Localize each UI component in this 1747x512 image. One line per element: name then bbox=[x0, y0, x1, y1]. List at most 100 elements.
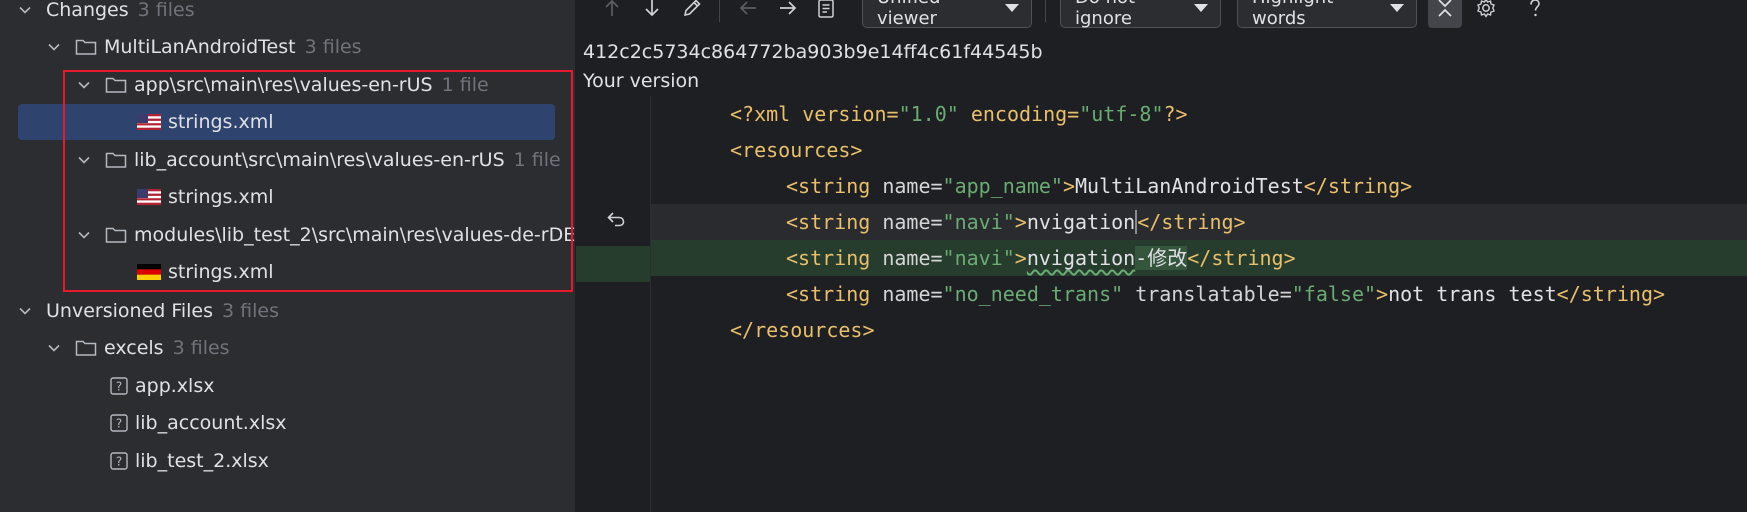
changes-tree-panel: Changes 3 files MultiLanAndroidTest 3 fi… bbox=[0, 0, 575, 512]
tree-node-changes[interactable]: Changes 3 files bbox=[18, 0, 575, 28]
code-line-6: <string name="no_need_trans" translatabl… bbox=[651, 276, 1747, 312]
file-count: 3 files bbox=[304, 36, 362, 58]
dropdown-value: Unified viewer bbox=[877, 0, 940, 29]
edit-source-button[interactable] bbox=[677, 0, 707, 28]
arrow-left-icon bbox=[739, 1, 756, 15]
folder-icon bbox=[75, 339, 97, 357]
string-value: nvigation bbox=[1026, 246, 1136, 270]
unknown-file-icon: ? bbox=[110, 414, 128, 432]
tree-file-app-xlsx[interactable]: ? app.xlsx bbox=[110, 368, 575, 404]
xml-decl-close: ?> bbox=[1163, 102, 1188, 126]
string-close-tag: </string> bbox=[1556, 282, 1666, 306]
file-name: strings.xml bbox=[168, 261, 274, 283]
viewer-mode-dropdown[interactable]: Unified viewer bbox=[862, 0, 1032, 29]
tree-node-folder-lib-account[interactable]: lib_account\src\main\res\values-en-rUS 1… bbox=[77, 142, 575, 178]
folder-icon bbox=[105, 226, 127, 244]
code-editor[interactable]: <?xml version="1.0" encoding="utf-8"?> <… bbox=[651, 96, 1747, 512]
tree-file-app-strings[interactable]: strings.xml bbox=[137, 104, 575, 140]
chevron-down-icon[interactable] bbox=[47, 341, 61, 355]
string-close-tag: </string> bbox=[1303, 174, 1413, 198]
document-icon bbox=[818, 0, 834, 18]
attr-value: "false" bbox=[1291, 282, 1377, 306]
de-flag-icon bbox=[137, 264, 161, 280]
chevron-down-icon[interactable] bbox=[47, 40, 61, 54]
diff-panel: Unified viewer Do not ignore Highlight w… bbox=[576, 0, 1747, 512]
diff-toolbar: Unified viewer Do not ignore Highlight w… bbox=[576, 0, 1747, 29]
attr-name: name= bbox=[870, 282, 943, 306]
undo-arrow-icon bbox=[607, 212, 625, 227]
folder-icon bbox=[75, 38, 97, 56]
tree-node-label: app\src\main\res\values-en-rUS bbox=[134, 74, 433, 96]
attr-value: "app_name" bbox=[942, 174, 1063, 198]
toolbar-separator bbox=[1045, 0, 1046, 22]
string-open-tag: <string bbox=[786, 210, 871, 234]
us-flag-icon bbox=[137, 114, 161, 130]
next-diff-button[interactable] bbox=[637, 0, 667, 28]
xml-decl-open: <?xml version= bbox=[730, 102, 899, 126]
tree-node-label: lib_account\src\main\res\values-en-rUS bbox=[134, 149, 505, 171]
tree-node-label: excels bbox=[104, 337, 164, 359]
tree-node-excels[interactable]: excels 3 files bbox=[47, 330, 575, 366]
file-name: lib_account.xlsx bbox=[135, 412, 287, 434]
dropdown-value: Do not ignore bbox=[1075, 0, 1135, 29]
tree-node-project[interactable]: MultiLanAndroidTest 3 files bbox=[47, 29, 575, 65]
caret-down-icon bbox=[1005, 4, 1019, 12]
resources-open-tag: <resources> bbox=[730, 138, 863, 162]
prev-diff-button[interactable] bbox=[597, 0, 627, 28]
tree-node-folder-lib-test-2[interactable]: modules\lib_test_2\src\main\res\values-d… bbox=[77, 217, 575, 253]
file-name: strings.xml bbox=[168, 111, 274, 133]
attr-value: "1.0" bbox=[898, 102, 959, 126]
file-count: 3 files bbox=[222, 300, 279, 322]
code-line-3: <string name="app_name">MultiLanAndroidT… bbox=[651, 168, 1747, 204]
help-button[interactable] bbox=[1520, 0, 1550, 28]
diff-gutter bbox=[576, 96, 651, 512]
chevron-down-icon[interactable] bbox=[77, 228, 91, 242]
attr-value: "utf-8" bbox=[1079, 102, 1164, 126]
tag-close: > bbox=[1376, 282, 1389, 306]
attr-name: name= bbox=[870, 246, 943, 270]
highlight-dropdown[interactable]: Highlight words bbox=[1237, 0, 1417, 29]
chevron-down-icon[interactable] bbox=[18, 3, 32, 17]
settings-button[interactable] bbox=[1471, 0, 1501, 28]
tree-node-label: Changes bbox=[46, 0, 129, 21]
tree-file-lib-test-2-xlsx[interactable]: ? lib_test_2.xlsx bbox=[110, 443, 575, 479]
string-close-tag: </string> bbox=[1135, 210, 1246, 234]
tree-file-lib-account-xlsx[interactable]: ? lib_account.xlsx bbox=[110, 405, 575, 441]
whitespace-dropdown[interactable]: Do not ignore bbox=[1060, 0, 1221, 29]
string-open-tag: <string bbox=[786, 246, 871, 270]
version-label: Your version bbox=[583, 70, 700, 92]
chevron-down-icon[interactable] bbox=[18, 304, 32, 318]
caret-down-icon bbox=[1194, 4, 1208, 12]
xml-decl-attr: encoding= bbox=[958, 102, 1080, 126]
revision-hash: 412c2c5734c864772ba903b9e14ff4c61f44545b bbox=[583, 41, 1043, 63]
tree-node-folder-app[interactable]: app\src\main\res\values-en-rUS 1 file bbox=[77, 67, 575, 103]
attr-value: "navi" bbox=[942, 210, 1015, 234]
code-line-2: <resources> bbox=[651, 132, 1747, 168]
tree-node-unversioned[interactable]: Unversioned Files 3 files bbox=[18, 293, 575, 329]
folder-icon bbox=[105, 151, 127, 169]
chevron-down-icon[interactable] bbox=[77, 153, 91, 167]
tag-close: > bbox=[1014, 210, 1027, 234]
toolbar-separator bbox=[719, 0, 720, 22]
svg-text:?: ? bbox=[116, 417, 122, 431]
revert-change-button[interactable] bbox=[603, 206, 629, 232]
next-file-button[interactable] bbox=[773, 0, 803, 28]
chevron-down-icon[interactable] bbox=[77, 78, 91, 92]
tree-file-lib-test-2-strings[interactable]: strings.xml bbox=[137, 254, 575, 290]
svg-text:?: ? bbox=[116, 455, 122, 469]
gear-icon bbox=[1477, 0, 1495, 18]
tree-node-label: Unversioned Files bbox=[46, 300, 214, 322]
tree-file-lib-account-strings[interactable]: strings.xml bbox=[137, 179, 575, 215]
file-list-button[interactable] bbox=[811, 0, 841, 28]
string-value: nvigation bbox=[1026, 210, 1136, 234]
svg-text:?: ? bbox=[116, 380, 122, 394]
file-count: 3 files bbox=[137, 0, 195, 21]
resources-close-tag: </resources> bbox=[730, 318, 875, 342]
attr-name: name= bbox=[870, 210, 943, 234]
unknown-file-icon: ? bbox=[110, 452, 128, 470]
tag-close: > bbox=[1014, 246, 1027, 270]
tree-node-label: MultiLanAndroidTest bbox=[104, 36, 296, 58]
string-value: MultiLanAndroidTest bbox=[1075, 174, 1304, 198]
collapse-unchanged-button[interactable] bbox=[1428, 0, 1462, 28]
prev-file-button[interactable] bbox=[733, 0, 763, 28]
